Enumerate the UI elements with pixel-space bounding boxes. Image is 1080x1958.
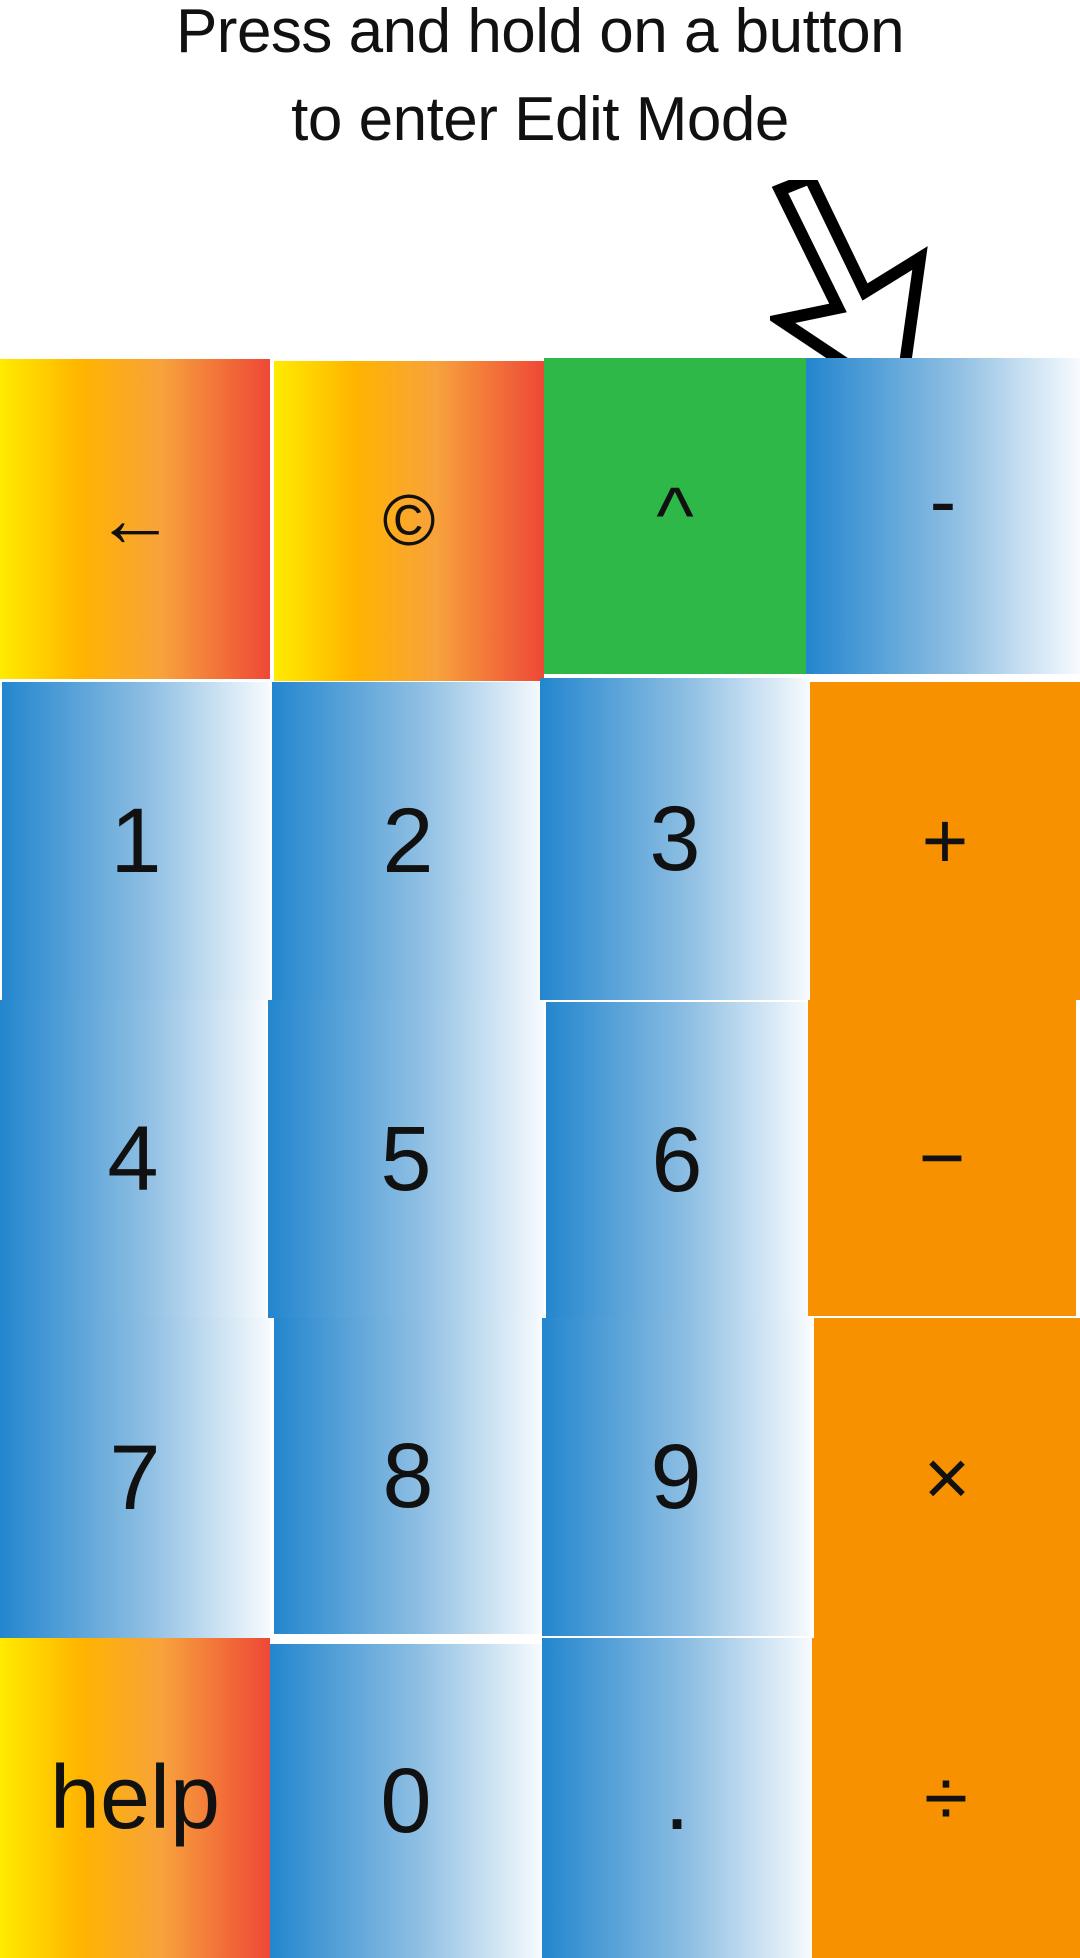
help-button[interactable]: help xyxy=(0,1638,270,1958)
digit-5-button[interactable]: 5 xyxy=(268,1000,544,1318)
divide-label: ÷ xyxy=(924,1753,968,1842)
digit-6-label: 6 xyxy=(651,1108,703,1211)
digit-7-label: 7 xyxy=(109,1426,161,1529)
digit-5-label: 5 xyxy=(380,1107,432,1210)
power-label: ^ xyxy=(656,471,694,560)
decimal-label: . xyxy=(664,1746,690,1849)
plus-button[interactable]: + xyxy=(810,682,1080,1000)
decimal-button[interactable]: . xyxy=(542,1638,812,1958)
digit-8-button[interactable]: 8 xyxy=(274,1318,542,1634)
power-button[interactable]: ^ xyxy=(544,358,806,674)
digit-0-label: 0 xyxy=(380,1749,432,1852)
plus-label: + xyxy=(921,796,969,885)
digit-2-button[interactable]: 2 xyxy=(272,682,544,1000)
minus-label: − xyxy=(918,1113,966,1202)
minus-button[interactable]: − xyxy=(808,1000,1076,1316)
digit-7-button[interactable]: 7 xyxy=(0,1318,270,1638)
digit-3-button[interactable]: 3 xyxy=(540,678,810,1000)
digit-1-label: 1 xyxy=(110,789,162,892)
digit-6-button[interactable]: 6 xyxy=(546,1002,808,1318)
copyright-button[interactable]: © xyxy=(274,361,544,681)
multiply-label: × xyxy=(923,1433,971,1522)
divide-button[interactable]: ÷ xyxy=(812,1638,1080,1958)
negate-label: - xyxy=(929,456,957,545)
digit-2-label: 2 xyxy=(382,789,434,892)
digit-8-label: 8 xyxy=(382,1424,434,1527)
digit-9-label: 9 xyxy=(650,1425,702,1528)
digit-0-button[interactable]: 0 xyxy=(270,1644,542,1958)
edit-mode-instruction: Press and hold on a button to enter Edit… xyxy=(0,0,1080,164)
multiply-button[interactable]: × xyxy=(814,1318,1080,1638)
instruction-line-1: Press and hold on a button xyxy=(175,0,905,66)
backspace-button[interactable]: ← xyxy=(0,359,270,679)
digit-3-label: 3 xyxy=(649,787,701,890)
copyright-label: © xyxy=(382,481,436,561)
digit-1-button[interactable]: 1 xyxy=(2,682,270,1000)
backspace-label: ← xyxy=(95,474,175,563)
digit-4-button[interactable]: 4 xyxy=(0,1000,266,1318)
digit-4-label: 4 xyxy=(107,1107,159,1210)
digit-9-button[interactable]: 9 xyxy=(542,1318,810,1636)
negate-button[interactable]: - xyxy=(806,358,1080,674)
help-label: help xyxy=(49,1747,221,1848)
instruction-line-2: to enter Edit Mode xyxy=(291,85,789,154)
